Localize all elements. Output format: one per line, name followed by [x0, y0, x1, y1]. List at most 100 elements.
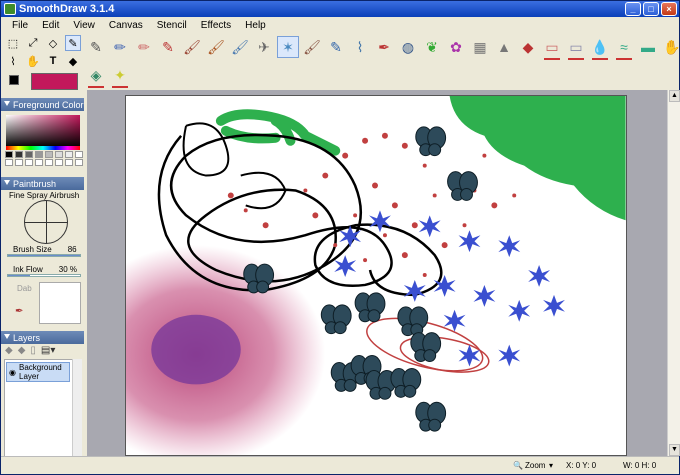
- paintbrush-header[interactable]: Paintbrush: [1, 177, 84, 190]
- zoom-label[interactable]: Zoom: [525, 461, 545, 470]
- drawing-canvas[interactable]: [125, 95, 627, 456]
- sparkle-tool-button[interactable]: ✦: [109, 64, 131, 88]
- color-gradient-picker[interactable]: [6, 115, 80, 147]
- brush-name: Fine Spray Airbrush: [9, 191, 80, 200]
- palette-swatch[interactable]: [15, 159, 23, 166]
- fill-tool-icon[interactable]: ◆: [65, 53, 81, 69]
- smudge-icon: ≈: [620, 39, 628, 55]
- grass-tool-button[interactable]: ❦: [421, 36, 443, 58]
- palette-swatch[interactable]: [75, 159, 83, 166]
- select-rect-icon[interactable]: ⬚: [5, 35, 21, 51]
- foreground-color-header[interactable]: Foreground Color: [1, 98, 84, 111]
- crayon-tool-button[interactable]: ✏: [133, 36, 155, 58]
- collapse-icon: [4, 101, 10, 106]
- soft-eraser-tool-button[interactable]: ▭: [565, 36, 587, 60]
- layer-name: Background Layer: [19, 363, 62, 381]
- palette-swatch[interactable]: [55, 151, 63, 158]
- pen-tool-button[interactable]: ✎: [85, 36, 107, 58]
- pencil-tool-button[interactable]: ✏: [109, 36, 131, 58]
- zoom-dropdown-icon[interactable]: ▾: [549, 461, 553, 470]
- menu-stencil[interactable]: Stencil: [150, 20, 194, 31]
- palette-swatch[interactable]: [25, 159, 33, 166]
- stamp2-tool-button[interactable]: ◆: [517, 36, 539, 58]
- layer-new-icon[interactable]: ▤▾: [41, 345, 55, 356]
- eyedropper-icon[interactable]: ⌇: [5, 53, 21, 69]
- zoom-icon[interactable]: 🔍: [513, 461, 523, 470]
- tool-underline: [616, 58, 632, 60]
- layers-scrollbar[interactable]: [72, 359, 82, 459]
- ink-flow-value: 30 %: [58, 265, 78, 274]
- stamp-icon: ▲: [497, 39, 511, 55]
- palette-swatch[interactable]: [35, 151, 43, 158]
- airbrush-tool-button[interactable]: ✈: [253, 36, 275, 58]
- secondary-color-swatch[interactable]: [9, 75, 19, 85]
- blur-tool-button[interactable]: ◍: [397, 36, 419, 58]
- palette-swatch[interactable]: [65, 159, 73, 166]
- menu-effects[interactable]: Effects: [194, 20, 238, 31]
- dab-preview[interactable]: [39, 282, 81, 324]
- menu-file[interactable]: File: [5, 20, 35, 31]
- eraser-icon: ▭: [545, 38, 559, 55]
- roller-tool-button[interactable]: ▬: [637, 36, 659, 58]
- palette-swatch[interactable]: [65, 151, 73, 158]
- menu-canvas[interactable]: Canvas: [102, 20, 150, 31]
- feather-tool-button[interactable]: ✒: [373, 36, 395, 58]
- brush-angle-widget[interactable]: [24, 200, 68, 244]
- maximize-button[interactable]: □: [643, 2, 659, 16]
- scroll-down-icon[interactable]: ▼: [669, 444, 680, 456]
- flower-icon: ✿: [450, 38, 462, 55]
- layer-down-icon[interactable]: ◆: [18, 345, 26, 356]
- layer-visible-icon[interactable]: ◉: [9, 368, 16, 377]
- palette-swatch[interactable]: [55, 159, 63, 166]
- fence-tool-button[interactable]: ▦: [469, 36, 491, 58]
- palette-swatch[interactable]: [5, 151, 13, 158]
- marker-tool-button[interactable]: ✎: [157, 36, 179, 58]
- watercolor-tool-button[interactable]: 🖌: [229, 36, 251, 58]
- bristle-tool-button[interactable]: 🖌: [301, 36, 323, 58]
- foreground-color-swatch[interactable]: [31, 73, 78, 90]
- menu-view[interactable]: View: [66, 20, 102, 31]
- drop-tool-button[interactable]: 💧: [589, 36, 611, 60]
- palette-swatch[interactable]: [75, 151, 83, 158]
- layers-header[interactable]: Layers: [1, 331, 84, 344]
- palette-swatch[interactable]: [35, 159, 43, 166]
- layer-delete-icon[interactable]: ▯: [30, 345, 36, 356]
- scroll-up-icon[interactable]: ▲: [669, 90, 680, 102]
- canvas-workspace: [87, 90, 667, 456]
- fence-icon: ▦: [473, 38, 487, 55]
- oil-brush-tool-button[interactable]: 🖌: [205, 36, 227, 58]
- brush-size-value: 86: [67, 245, 77, 254]
- spray-tool-button[interactable]: ✶: [277, 36, 299, 58]
- palette-swatch[interactable]: [25, 151, 33, 158]
- move-icon[interactable]: ⤢: [25, 35, 41, 51]
- text-tool-icon[interactable]: T: [45, 53, 61, 69]
- palette-swatch[interactable]: [15, 151, 23, 158]
- pipe-tool-button[interactable]: ⌇: [349, 36, 371, 58]
- menu-edit[interactable]: Edit: [35, 20, 66, 31]
- brush-tool-button[interactable]: 🖌: [181, 36, 203, 58]
- eraser-tool-icon[interactable]: ◇: [45, 35, 61, 51]
- canvas-vertical-scrollbar[interactable]: ▲ ▼: [667, 90, 680, 456]
- minimize-button[interactable]: _: [625, 2, 641, 16]
- palette-swatch[interactable]: [45, 151, 53, 158]
- smudge-tool-button[interactable]: ≈: [613, 36, 635, 60]
- stamp-tool-button[interactable]: ▲: [493, 36, 515, 58]
- pump-tool-button[interactable]: ✎: [325, 36, 347, 58]
- hand-tool-button[interactable]: ✋: [661, 36, 680, 58]
- dropper-icon[interactable]: ✒: [15, 306, 23, 317]
- palette-swatch[interactable]: [45, 159, 53, 166]
- menu-help[interactable]: Help: [238, 20, 273, 31]
- brush-icon: 🖌: [183, 38, 201, 55]
- palette-swatch[interactable]: [5, 159, 13, 166]
- layer-up-icon[interactable]: ◆: [5, 345, 13, 356]
- ink-flow-slider[interactable]: [7, 274, 81, 277]
- layer-item[interactable]: ◉ Background Layer: [6, 362, 70, 382]
- paintbrush-tool-icon[interactable]: ✎: [65, 35, 81, 51]
- image-hose-tool-button[interactable]: ◈: [85, 64, 107, 88]
- hue-slider[interactable]: [6, 146, 80, 150]
- eraser-tool-button[interactable]: ▭: [541, 36, 563, 60]
- hand-tool-icon[interactable]: ✋: [25, 53, 41, 69]
- close-button[interactable]: ×: [661, 2, 677, 16]
- flower-tool-button[interactable]: ✿: [445, 36, 467, 58]
- brush-size-slider[interactable]: [7, 254, 81, 257]
